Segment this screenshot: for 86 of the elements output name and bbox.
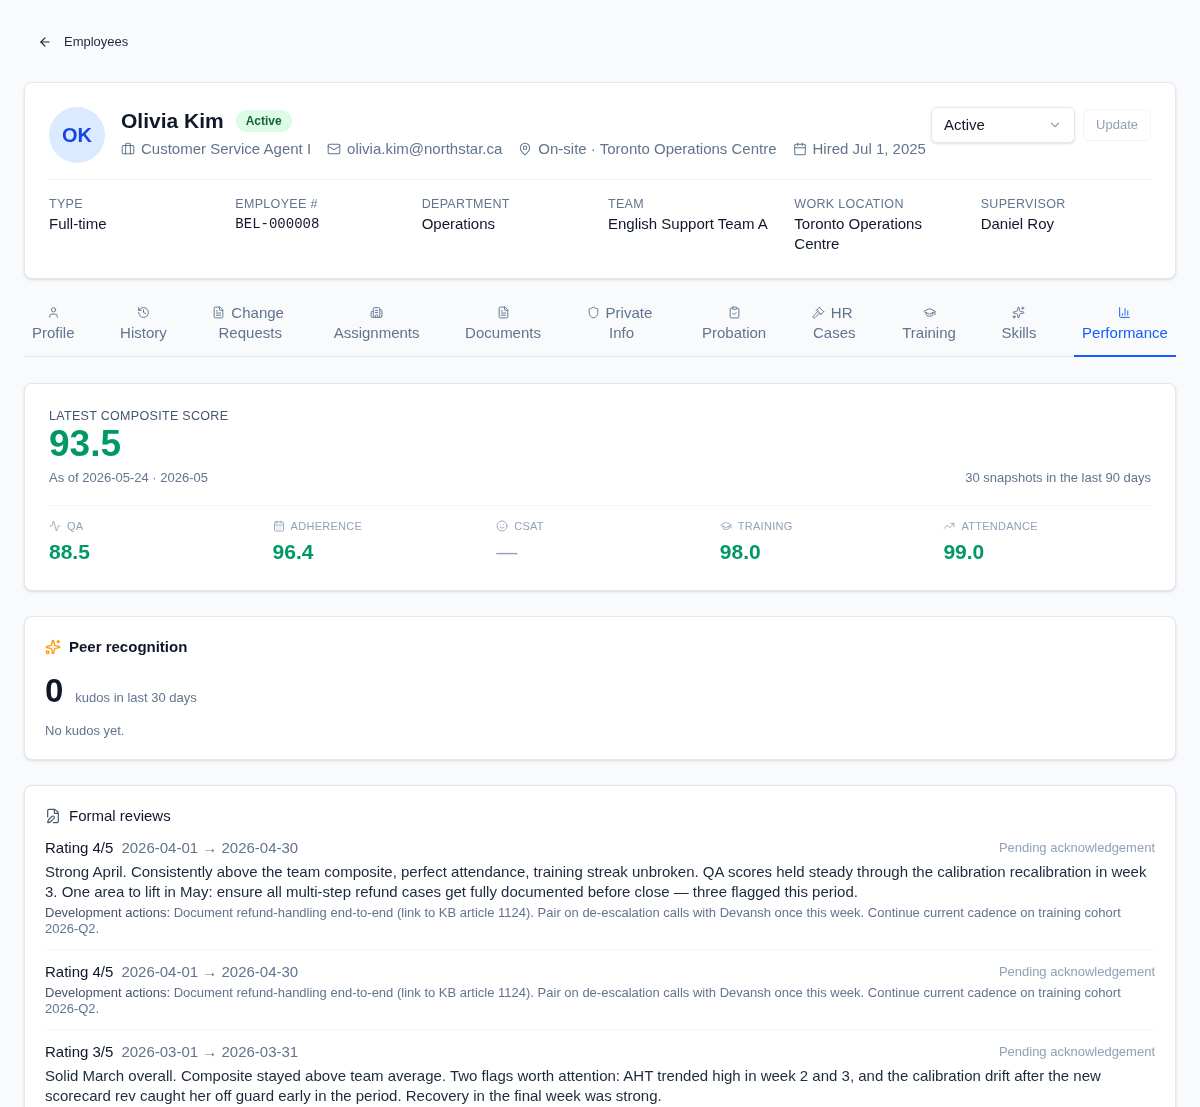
person-icon (46, 306, 60, 319)
empty-message: No kudos yet. (45, 723, 126, 739)
detail-label: TYPE (49, 196, 84, 212)
detail-label: WORK LOCATION (794, 196, 905, 212)
review-status: Pending acknowledgement (998, 1043, 1155, 1062)
trending-up-icon (943, 520, 956, 532)
sparkles-icon (45, 639, 61, 655)
review-status: Pending acknowledgement (998, 963, 1155, 982)
score-label: LATEST COMPOSITE SCORE (49, 408, 230, 424)
metric-value: 96.4 (272, 539, 315, 565)
map-pin-icon (518, 142, 533, 156)
status-badge: Active (235, 110, 292, 132)
tab[interactable]: Private Info (578, 297, 665, 357)
detail-value: BEL-000008 (235, 215, 321, 234)
metric-label: ATTENDANCE (961, 518, 1038, 534)
kudos-count: 0 (45, 673, 64, 709)
job-title: Customer Service Agent I (141, 139, 312, 159)
work-location: On-site · Toronto Operations Centre (538, 139, 777, 159)
sparkles-icon (1012, 306, 1026, 319)
tab[interactable]: Performance (1074, 297, 1176, 357)
document-icon (496, 306, 510, 319)
card-title: Formal reviews (69, 805, 171, 826)
building-icon (370, 306, 384, 319)
metric-value: 88.5 (49, 539, 91, 565)
hire-date: Hired Jul 1, 2025 (812, 139, 926, 159)
tab[interactable]: History (112, 297, 175, 357)
clock-arrow-icon (136, 306, 150, 319)
development-actions: Development actions: Document refund-handling end-to-end (link to KB article 1124). Pair on de-escalation calls with Devansh once this week. Continue current cadence on training cohort 2026-Q2. (45, 905, 1122, 937)
file-pen-icon (45, 808, 61, 824)
review-summary: Solid March overall. Composite stayed above team average. Two flags worth attention: AHT trended high in week 2 and 3, and the calibration drift after the new scorecard rev caught her off guard early in the period. Recovery in the final week was strong. (45, 1066, 1102, 1106)
detail-label: EMPLOYEE # (235, 196, 319, 212)
metric-label: QA (67, 518, 84, 534)
document-icon (212, 306, 226, 319)
tab[interactable]: Change Requests (204, 297, 297, 357)
smiley-icon (496, 520, 509, 532)
tab[interactable]: Profile (24, 297, 83, 357)
tab[interactable]: Skills (993, 297, 1045, 357)
review-rating: Rating 4/5 (45, 961, 114, 982)
detail-label: SUPERVISOR (980, 196, 1067, 212)
review-period: 2026-04-01 → 2026-04-30 (121, 961, 299, 982)
detail-value: Toronto Operations Centre (794, 214, 923, 254)
employee-name: Olivia Kim (121, 108, 224, 135)
metric-label: CSAT (514, 518, 544, 534)
graduation-cap-icon (719, 520, 732, 532)
shield-icon (586, 306, 600, 319)
card-title: Peer recognition (69, 636, 188, 657)
detail-value: Daniel Roy (980, 214, 1056, 234)
review-period: 2026-04-01 → 2026-04-30 (121, 837, 299, 858)
review-summary: Strong April. Consistently above the team composite, perfect attendance, training streak unbroken. QA scores held steady through the calibration recalibration in week 3. One area to lift in May: ensure all multi-step refund cases get fully documented before close — three flagged this period. (45, 862, 1148, 902)
bar-chart-icon (1118, 306, 1132, 319)
detail-value: Operations (421, 214, 497, 234)
development-actions: Development actions: Document refund-handling end-to-end (link to KB article 1124). Pair on de-escalation calls with Devansh once this week. Continue current cadence on training cohort 2026-Q2. (45, 985, 1122, 1017)
calendar-icon (272, 520, 285, 532)
tab[interactable]: Training (894, 297, 964, 357)
pulse-icon (49, 520, 61, 532)
tab[interactable]: Probation (694, 297, 775, 357)
review-rating: Rating 3/5 (45, 1041, 114, 1062)
composite-score: 93.5 (49, 424, 122, 464)
tab[interactable]: Assignments (325, 297, 428, 357)
detail-value: Full-time (49, 214, 108, 234)
metric-label: ADHERENCE (290, 518, 363, 534)
snapshot-count: 30 snapshots in the last 90 days (965, 470, 1151, 486)
mail-icon (327, 142, 342, 156)
tab[interactable]: Documents (457, 297, 549, 357)
review-period: 2026-03-01 → 2026-03-31 (121, 1041, 299, 1062)
calendar-icon (792, 142, 807, 156)
avatar: OK (49, 107, 105, 163)
tab[interactable]: HR Cases (803, 297, 865, 357)
metric-label: TRAINING (737, 518, 793, 534)
score-date: As of 2026-05-24 · 2026-05 (49, 470, 208, 486)
detail-label: TEAM (608, 196, 645, 212)
review-status: Pending acknowledgement (998, 839, 1155, 858)
kudos-caption: kudos in last 30 days (75, 689, 197, 707)
metric-value: 98.0 (719, 539, 762, 565)
briefcase-icon (121, 142, 135, 156)
status-select[interactable]: Active (931, 107, 1076, 143)
detail-value: English Support Team A (608, 214, 769, 234)
metric-value: 99.0 (943, 539, 986, 565)
detail-label: DEPARTMENT (421, 196, 511, 212)
gavel-icon (811, 306, 825, 319)
metric-value: — (496, 539, 519, 565)
graduation-cap-icon (922, 306, 936, 319)
back-link[interactable]: Employees (64, 32, 129, 52)
email-address: olivia.kim@northstar.ca (347, 139, 503, 159)
clipboard-check-icon (727, 306, 741, 319)
review-rating: Rating 4/5 (45, 837, 114, 858)
